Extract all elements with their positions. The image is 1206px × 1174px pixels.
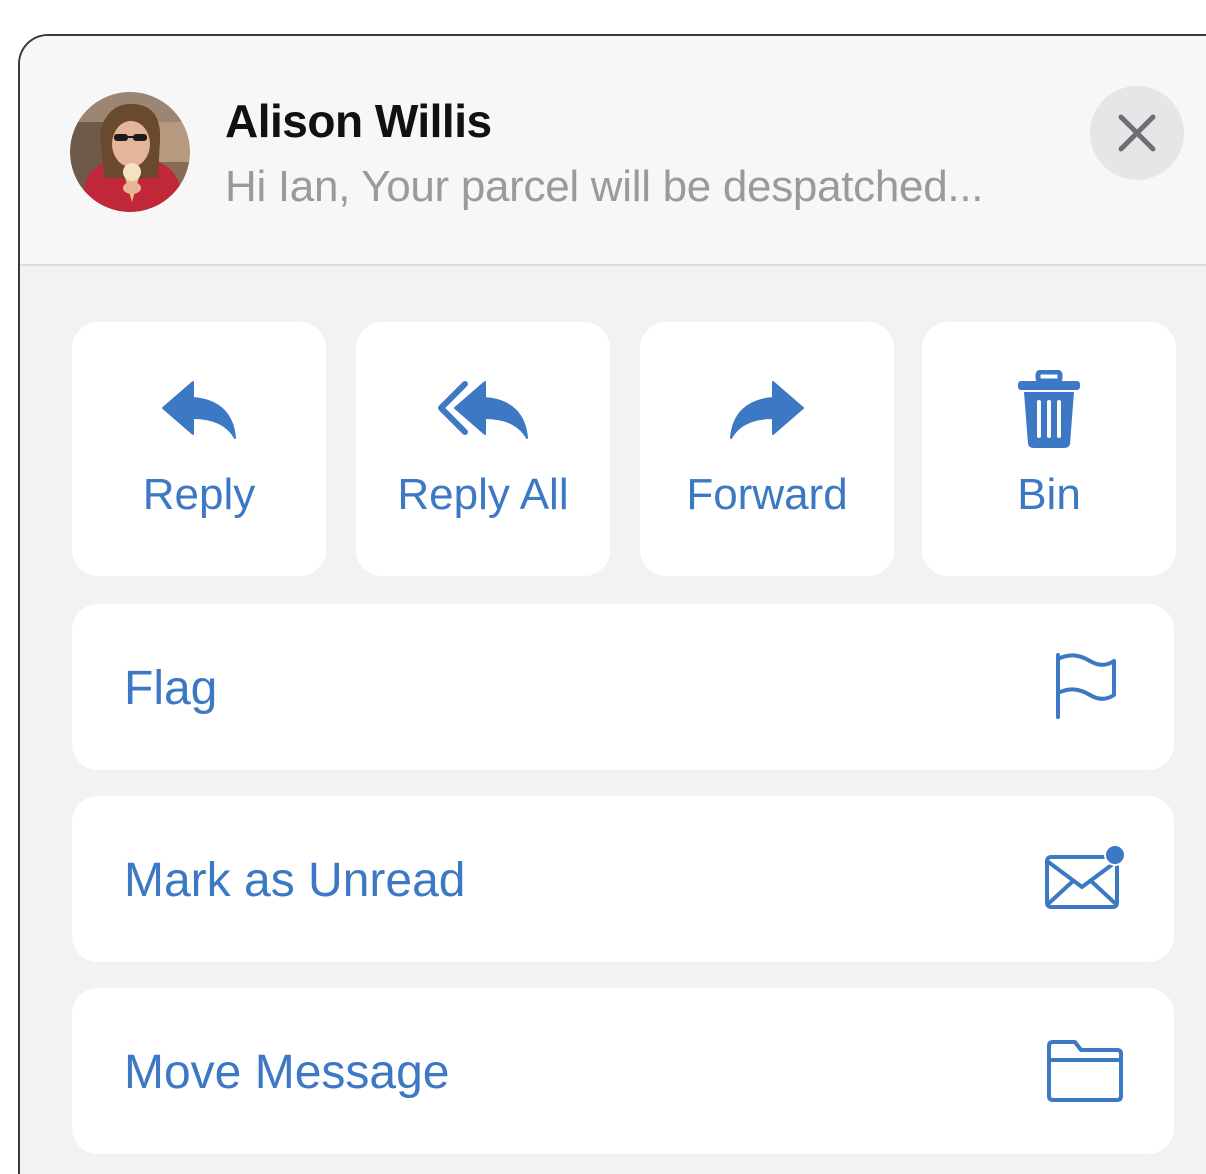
envelope-unread-icon <box>1045 844 1126 909</box>
reply-all-icon <box>438 381 528 439</box>
sender-avatar <box>70 92 190 212</box>
sender-name: Alison Willis <box>225 95 492 147</box>
flag-row[interactable]: Flag <box>72 604 1174 770</box>
flag-label: Flag <box>124 662 218 715</box>
reply-button[interactable]: Reply <box>72 322 326 576</box>
move-message-row[interactable]: Move Message <box>72 988 1174 1154</box>
trash-icon <box>1018 370 1080 448</box>
reply-all-label: Reply All <box>397 470 569 519</box>
bin-button[interactable]: Bin <box>922 322 1176 576</box>
message-header: Alison Willis Hi Ian, Your parcel will b… <box>20 36 1206 266</box>
email-action-sheet: Alison Willis Hi Ian, Your parcel will b… <box>18 34 1206 1174</box>
reply-all-button[interactable]: Reply All <box>356 322 610 576</box>
forward-label: Forward <box>686 470 848 519</box>
mark-as-unread-label: Mark as Unread <box>124 854 466 907</box>
message-preview: Hi Ian, Your parcel will be despatched..… <box>225 162 984 211</box>
reply-icon <box>162 381 236 439</box>
person-photo-icon <box>70 92 190 212</box>
bin-label: Bin <box>1017 470 1081 519</box>
forward-icon <box>730 381 804 439</box>
mark-as-unread-row[interactable]: Mark as Unread <box>72 796 1174 962</box>
flag-icon <box>1056 653 1116 719</box>
forward-button[interactable]: Forward <box>640 322 894 576</box>
move-message-label: Move Message <box>124 1046 450 1099</box>
folder-icon <box>1047 1040 1123 1102</box>
close-icon <box>1118 114 1156 152</box>
reply-label: Reply <box>142 470 256 519</box>
close-button[interactable] <box>1090 86 1184 180</box>
